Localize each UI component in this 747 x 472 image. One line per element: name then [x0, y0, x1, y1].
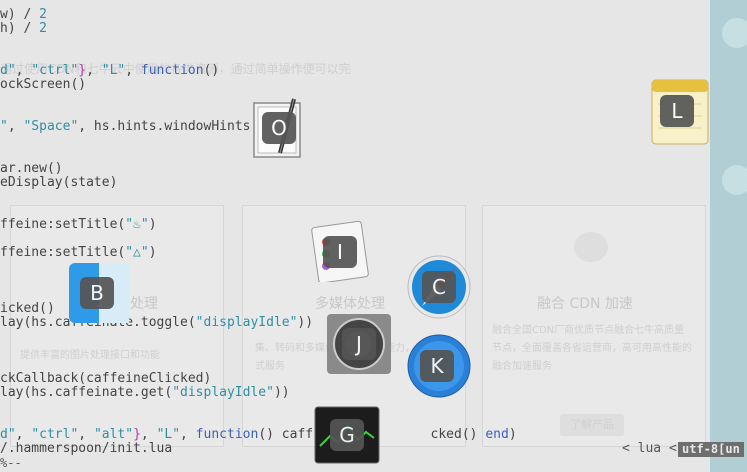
- code-token: h) /: [0, 21, 40, 36]
- code-token: cked(): [430, 427, 486, 442]
- background-product-button: 了解产品: [560, 414, 624, 436]
- code-token: 2: [39, 7, 47, 22]
- major-mode-indicator: < lua <: [622, 441, 677, 456]
- code-token: "Space": [23, 119, 79, 134]
- code-line[interactable]: d", "ctrl", "alt"}, "L", function() caff…: [0, 428, 517, 442]
- code-token: "△": [125, 245, 149, 260]
- code-token: ,: [140, 427, 157, 442]
- code-token: "alt": [93, 427, 134, 442]
- code-token: ,: [180, 427, 196, 442]
- hint-key-k[interactable]: K: [420, 350, 454, 382]
- code-token: ,: [78, 427, 94, 442]
- code-token: 2: [39, 21, 47, 36]
- code-token: ffeine:setTitle(: [0, 245, 126, 260]
- code-token: ,: [15, 63, 32, 78]
- background-card-mid-title: 多媒体处理: [315, 296, 385, 312]
- code-line[interactable]: w) / 2: [0, 8, 47, 22]
- code-token: ": [0, 119, 8, 134]
- code-token: icked(): [0, 301, 55, 316]
- text-edit-window-hint[interactable]: I: [311, 220, 371, 282]
- code-token: ,: [15, 427, 32, 442]
- encoding-indicator: utf-8[un: [678, 442, 744, 457]
- background-card-left-desc: 提供丰富的图片处理接口和功能: [20, 350, 160, 361]
- code-line[interactable]: ffeine:setTitle("△"): [0, 246, 157, 260]
- code-token: "displayIdle": [195, 315, 298, 330]
- finder-window-hint[interactable]: B: [68, 262, 130, 324]
- code-line[interactable]: lay(hs.caffeinate.get("displayIdle")): [0, 386, 290, 400]
- code-line[interactable]: ockScreen(): [0, 78, 86, 92]
- safari-window-hint[interactable]: C: [406, 254, 472, 320]
- code-token: eDisplay(state): [0, 175, 118, 190]
- background-cloud-icon: [574, 232, 608, 262]
- code-line[interactable]: ffeine:setTitle("♨"): [0, 218, 157, 232]
- code-token: w) /: [0, 7, 40, 22]
- code-token: ): [508, 427, 517, 442]
- hint-key-b[interactable]: B: [80, 277, 114, 309]
- script-editor-window-hint[interactable]: O: [250, 95, 312, 161]
- code-token: d": [0, 427, 16, 442]
- code-token: ): [148, 217, 157, 232]
- code-line[interactable]: h) / 2: [0, 22, 47, 36]
- code-line[interactable]: icked(): [0, 302, 55, 316]
- notes-window-hint[interactable]: L: [650, 78, 710, 146]
- code-token: ,: [7, 119, 24, 134]
- hint-key-j[interactable]: J: [342, 328, 376, 360]
- code-token: , hs.hints.windowHints: [78, 119, 251, 134]
- code-token: function: [140, 63, 204, 78]
- code-line[interactable]: ar.new(): [0, 162, 63, 176]
- code-token: "displayIdle": [172, 385, 274, 400]
- sidebar-avatar-icon: [722, 18, 747, 48]
- code-token: ffeine:setTitle(: [0, 217, 126, 232]
- code-token: "L": [101, 63, 126, 78]
- code-token: "L": [156, 427, 181, 442]
- code-token: end: [485, 427, 509, 442]
- right-sidebar-strip: [710, 0, 747, 472]
- code-token: }: [133, 427, 141, 442]
- code-token: function: [195, 427, 259, 442]
- code-line[interactable]: lay(hs.caffeinate.toggle("displayIdle")): [0, 316, 313, 330]
- code-token: "♨": [125, 217, 149, 232]
- status-line: %--: [0, 456, 22, 470]
- code-token: ,: [86, 63, 102, 78]
- hint-key-l[interactable]: L: [660, 95, 694, 127]
- code-token: "ctrl": [31, 427, 79, 442]
- background-card-left-title: 处理: [130, 296, 158, 312]
- code-token: }: [78, 63, 87, 78]
- code-token: ,: [125, 63, 141, 78]
- background-card-right-title: 融合 CDN 加速: [537, 296, 633, 312]
- code-token: ): [148, 245, 157, 260]
- code-token: )): [273, 385, 290, 400]
- app-store-window-hint[interactable]: K: [406, 334, 472, 398]
- code-line[interactable]: eDisplay(state): [0, 176, 117, 190]
- code-token: (): [203, 63, 220, 78]
- code-token: () caff: [258, 427, 314, 442]
- background-card-right-desc: 融合全国CDN厂商优质节点融合七牛高质量节点，全面覆盖各省运营商，高可用高性能的…: [492, 325, 692, 372]
- code-token: d": [0, 63, 16, 78]
- system-preferences-window-hint[interactable]: J: [326, 313, 392, 375]
- code-token: )): [297, 315, 314, 330]
- buffer-file-path: /.hammerspoon/init.lua: [0, 441, 173, 456]
- code-token: lay(hs.caffeinate.get(: [0, 385, 173, 400]
- code-token: ckCallback(caffeineClicked): [0, 371, 212, 386]
- code-token: ar.new(): [0, 161, 63, 176]
- code-line[interactable]: ckCallback(caffeineClicked): [0, 372, 211, 386]
- code-line[interactable]: d", "ctrl"}, "L", function(): [0, 64, 219, 78]
- code-line[interactable]: ", "Space", hs.hints.windowHints: [0, 120, 250, 134]
- code-token: "ctrl": [31, 63, 79, 78]
- activity-monitor-window-hint[interactable]: G: [314, 406, 380, 464]
- hint-key-c[interactable]: C: [422, 271, 456, 303]
- hint-key-i[interactable]: I: [323, 236, 357, 268]
- code-token: ockScreen(): [0, 77, 87, 92]
- sidebar-circle-icon: [722, 165, 747, 195]
- hint-key-g[interactable]: G: [330, 419, 364, 451]
- hint-key-o[interactable]: O: [262, 112, 296, 144]
